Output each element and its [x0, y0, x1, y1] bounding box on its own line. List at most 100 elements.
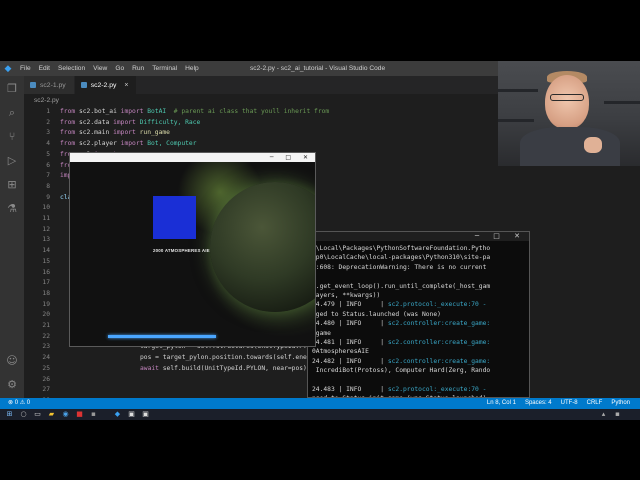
editor-tabs: sc2-1.py sc2-2.py × [24, 76, 500, 94]
line-number: 12 [42, 225, 50, 233]
map-preview [153, 196, 196, 239]
letterbox-top [0, 0, 640, 61]
shelf [498, 89, 538, 92]
line-number: 5 [46, 150, 50, 158]
line-number: 17 [42, 279, 50, 287]
vscode-logo-icon: ◆ [4, 63, 12, 74]
person-glasses [550, 94, 584, 101]
code-line: 3 from sc2.main import run_game [24, 128, 500, 139]
line-number: 13 [42, 236, 50, 244]
line-number: 9 [46, 193, 50, 201]
line-number: 26 [42, 375, 50, 383]
code-line: 2 from sc2.data import Difficulty, Race [24, 118, 500, 129]
menu-file[interactable]: File [16, 61, 35, 76]
line-number: 6 [46, 161, 50, 169]
line-number: 27 [42, 386, 50, 394]
search-icon[interactable]: ⌕ [4, 106, 20, 120]
code-line: 1 from sc2.bot_ai import BotAI # parent a… [24, 107, 500, 118]
line-number: 11 [42, 215, 50, 222]
tab-sc2-1[interactable]: sc2-1.py [24, 76, 75, 94]
loading-bar [108, 335, 216, 338]
terminal-window[interactable]: ─ □ ✕ a\Local\Packages\PythonSoftwareFou… [307, 231, 530, 398]
line-number: 3 [46, 129, 50, 137]
line-ending[interactable]: CRLF [587, 398, 603, 409]
app-icon[interactable]: ▣ [128, 411, 135, 418]
run-debug-icon[interactable]: ▷ [4, 154, 20, 168]
line-number: 7 [46, 172, 50, 180]
map-name: 2000 ATMOSPHERES AIE [153, 248, 210, 253]
game-titlebar[interactable]: ─ □ ✕ [70, 153, 315, 162]
code-line: 4 from sc2.player import Bot, Computer [24, 139, 500, 150]
line-number: 15 [42, 257, 50, 265]
shelf [604, 101, 640, 104]
person-hand [584, 137, 602, 153]
indentation[interactable]: Spaces: 4 [525, 398, 552, 409]
tab-label: sc2-2.py [90, 81, 117, 89]
line-number: 19 [42, 300, 50, 308]
line-number: 1 [46, 108, 50, 115]
line-number: 4 [46, 140, 50, 148]
menu-view[interactable]: View [89, 61, 111, 76]
menu-edit[interactable]: Edit [35, 61, 54, 76]
encoding[interactable]: UTF-8 [561, 398, 578, 409]
line-number: 14 [42, 247, 50, 255]
tray-icon[interactable]: ▴ [600, 411, 607, 418]
app-icon[interactable]: ▣ [142, 411, 149, 418]
explorer-icon[interactable]: ❐ [4, 82, 20, 96]
settings-gear-icon[interactable]: ⚙ [4, 378, 20, 392]
person-body [520, 127, 620, 166]
tab-sc2-2[interactable]: sc2-2.py × [74, 76, 138, 94]
cursor-position[interactable]: Ln 8, Col 1 [487, 398, 516, 409]
status-right-group: Ln 8, Col 1 Spaces: 4 UTF-8 CRLF Python [487, 398, 630, 409]
testing-icon[interactable]: ⚗ [4, 202, 20, 216]
line-number: 18 [42, 289, 50, 297]
menu-terminal[interactable]: Terminal [148, 61, 181, 76]
terminal-titlebar[interactable]: ─ □ ✕ [308, 232, 529, 241]
line-number: 22 [42, 332, 50, 340]
person-head [545, 75, 589, 129]
file-explorer-icon[interactable]: ▰ [48, 411, 55, 418]
close-tab-icon[interactable]: × [124, 82, 128, 89]
activity-bar: ❐ ⌕ ⑂ ▷ ⊞ ⚗ ☺ ⚙ [0, 76, 24, 409]
menu-run[interactable]: Run [128, 61, 148, 76]
windows-taskbar: ⊞ ○ ▭ ▰ ◉ ■ ▪ ◆ ▣ ▣ ▴ ▪ [0, 409, 640, 420]
menu-help[interactable]: Help [181, 61, 203, 76]
terminal-icon[interactable]: ▪ [90, 411, 97, 418]
webcam-overlay [498, 61, 640, 166]
menu-selection[interactable]: Selection [54, 61, 89, 76]
breadcrumb-file[interactable]: sc2-2.py [34, 97, 59, 104]
breadcrumb[interactable]: sc2-2.py [34, 95, 59, 107]
window-title: sc2-2.py - sc2_ai_tutorial - Visual Stud… [250, 65, 386, 72]
extensions-icon[interactable]: ⊞ [4, 178, 20, 192]
clock-icon[interactable]: ▪ [614, 411, 621, 418]
app-icon[interactable]: ■ [76, 411, 83, 418]
letterbox-bottom [0, 420, 640, 480]
loading-bar-fill [108, 335, 216, 338]
problems-indicator[interactable]: ⊗ 0 ⚠ 0 [8, 398, 30, 409]
line-number: 21 [42, 322, 50, 329]
source-control-icon[interactable]: ⑂ [4, 130, 20, 144]
line-number: 8 [46, 182, 50, 190]
menu-go[interactable]: Go [111, 61, 128, 76]
line-number: 20 [42, 311, 50, 319]
window-controls[interactable]: ─ □ ✕ [270, 153, 313, 162]
search-icon[interactable]: ○ [20, 411, 27, 418]
line-number: 2 [46, 118, 50, 126]
vscode-taskbar-icon[interactable]: ◆ [114, 411, 121, 418]
window-controls[interactable]: ─ □ ✕ [475, 232, 526, 241]
browser-icon[interactable]: ◉ [62, 411, 69, 418]
task-view-icon[interactable]: ▭ [34, 411, 41, 418]
loading-screen: 2000 ATMOSPHERES AIE [70, 162, 315, 346]
shelf [498, 119, 534, 122]
windows-start-icon[interactable]: ⊞ [6, 411, 13, 418]
account-icon[interactable]: ☺ [4, 354, 20, 368]
sc2-game-window[interactable]: ─ □ ✕ 2000 ATMOSPHERES AIE [69, 152, 316, 347]
python-file-icon [80, 82, 87, 88]
language-mode[interactable]: Python [611, 398, 630, 409]
line-number: 16 [42, 268, 50, 276]
python-file-icon [30, 82, 36, 88]
tab-label: sc2-1.py [40, 81, 66, 89]
terminal-line: nged to Status.init_game (was Status.lau… [312, 393, 529, 397]
line-number: 10 [42, 204, 50, 212]
planet-image [210, 182, 315, 312]
